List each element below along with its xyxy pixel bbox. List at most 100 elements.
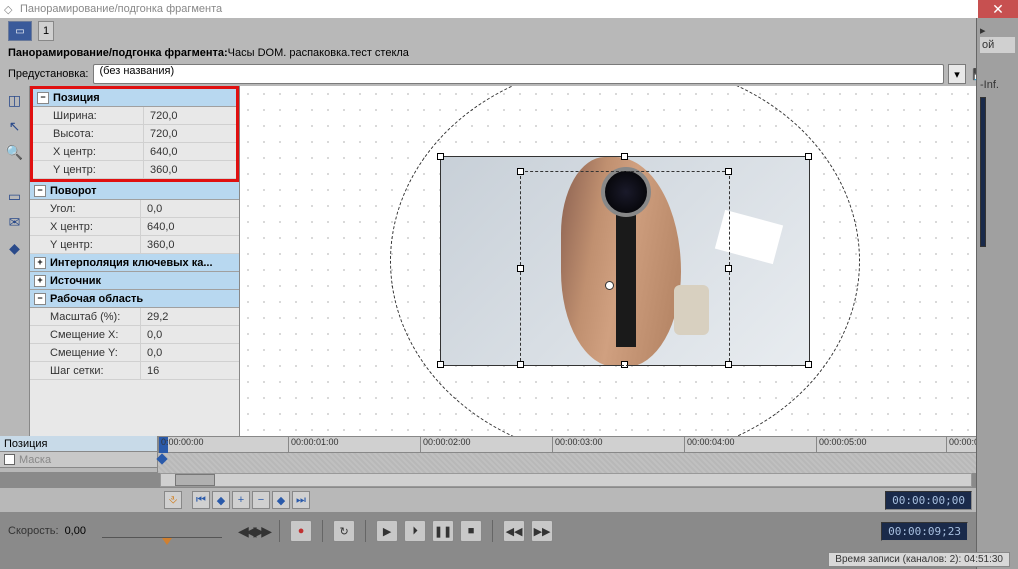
select-tool-icon[interactable]: ▭ <box>5 186 25 206</box>
position-group-highlight: −Позиция Ширина:720,0 Высота:720,0 X цен… <box>30 86 239 182</box>
prop-offsety-value[interactable]: 0,0 <box>140 344 239 361</box>
collapse-icon[interactable]: − <box>34 293 46 305</box>
prop-ycenter-label: Y центр: <box>33 164 143 176</box>
position-title: Позиция <box>53 92 100 104</box>
scrollbar-thumb[interactable] <box>175 474 215 486</box>
speed-label: Скорость: <box>8 525 59 537</box>
kf-next-button[interactable]: ◆ <box>272 491 290 509</box>
interp-title: Интерполяция ключевых ка... <box>50 257 213 269</box>
prop-width-row: Ширина:720,0 <box>33 107 236 125</box>
prop-angle-row: Угол:0,0 <box>30 200 239 218</box>
play-button[interactable]: ▶ <box>376 520 398 542</box>
workarea-title: Рабочая область <box>50 293 143 305</box>
crop-center-point[interactable] <box>605 281 614 290</box>
prop-rot-xc-label: X центр: <box>30 221 140 233</box>
keyframe-lanes-row: Позиция Маска 0:00:00:00 00:00:01:00 00:… <box>0 436 976 472</box>
kf-prev-button[interactable]: ◆ <box>212 491 230 509</box>
interp-group-header[interactable]: + Интерполяция ключевых ка... <box>30 254 239 272</box>
separator <box>365 520 366 542</box>
right-trim-tab[interactable]: ▸ <box>980 24 1015 37</box>
kf-first-button[interactable]: ⏮ <box>192 491 210 509</box>
rotation-group-header[interactable]: −Поворот <box>30 182 239 200</box>
prop-height-value[interactable]: 720,0 <box>143 125 236 142</box>
separator <box>322 520 323 542</box>
prop-offsety-label: Смещение Y: <box>30 347 140 359</box>
timeline-body[interactable] <box>158 453 976 473</box>
prop-scale-value[interactable]: 29,2 <box>140 308 239 325</box>
prop-xcenter-label: X центр: <box>33 146 143 158</box>
collapse-icon[interactable]: − <box>34 185 46 197</box>
pointer-tool-icon[interactable]: ↖ <box>5 116 25 136</box>
prop-width-label: Ширина: <box>33 110 143 122</box>
preview-strap <box>616 207 636 347</box>
rotation-title: Поворот <box>50 185 97 197</box>
prop-height-label: Высота: <box>33 128 143 140</box>
prop-ycenter-row: Y центр:360,0 <box>33 161 236 179</box>
prop-rot-yc-value[interactable]: 360,0 <box>140 236 239 253</box>
scrub-arrows-icon[interactable]: ◀◀▶▶ <box>238 523 269 540</box>
stop-button[interactable]: ■ <box>460 520 482 542</box>
meter-inf-label: -Inf. <box>980 79 1015 91</box>
source-group-header[interactable]: + Источник <box>30 272 239 290</box>
crop-canvas[interactable] <box>240 86 1018 436</box>
collapse-icon[interactable]: − <box>37 92 49 104</box>
prop-gridstep-value[interactable]: 16 <box>140 362 239 379</box>
source-title: Источник <box>50 275 101 287</box>
prop-height-row: Высота:720,0 <box>33 125 236 143</box>
prop-angle-value[interactable]: 0,0 <box>140 200 239 217</box>
close-button[interactable]: ✕ <box>978 0 1018 18</box>
prop-offsetx-value[interactable]: 0,0 <box>140 326 239 343</box>
prop-xcenter-value[interactable]: 640,0 <box>143 143 236 160</box>
keyframe-timeline[interactable]: 0:00:00:00 00:00:01:00 00:00:02:00 00:00… <box>158 436 976 472</box>
timeline-ruler[interactable]: 0:00:00:00 00:00:01:00 00:00:02:00 00:00… <box>158 437 976 453</box>
keyframe-time-display[interactable]: 00:00:00;00 <box>885 491 972 510</box>
tl-tick-4: 00:00:04:00 <box>684 437 735 453</box>
timeline-scrollbar[interactable] <box>160 473 972 487</box>
loop-button[interactable]: ↻ <box>333 520 355 542</box>
preset-dropdown-icon[interactable]: ▾ <box>948 64 966 84</box>
workspace-tab-1[interactable]: 1 <box>38 21 54 41</box>
expand-icon[interactable]: + <box>34 275 46 287</box>
transport-row: Скорость: 0,00 ◀◀▶▶ ● ↻ ▶ ⏵ ❚❚ ■ ◀◀ ▶▶ 0… <box>0 516 976 546</box>
preset-row: Предустановка: (без названия) ▾ 💾 ✖ <box>0 62 1018 86</box>
header-title: Панорамирование/подгонка фрагмента: <box>8 47 228 59</box>
zoom-tool-icon[interactable]: 🔍 <box>5 142 25 162</box>
snap-tool-icon[interactable]: ◆ <box>5 238 25 258</box>
envelope-tool-icon[interactable]: ✉ <box>5 212 25 232</box>
lane-mask[interactable]: Маска <box>0 452 157 468</box>
record-button[interactable]: ● <box>290 520 312 542</box>
speed-scrubber[interactable] <box>102 524 222 538</box>
lane-position[interactable]: Позиция <box>0 436 157 452</box>
speed-scrubber-handle[interactable] <box>162 538 172 545</box>
status-record-time: Время записи (каналов: 2): 04:51:30 <box>828 552 1010 567</box>
tl-tick-2: 00:00:02:00 <box>420 437 471 453</box>
workspace-icon[interactable]: ▭ <box>8 21 32 41</box>
transport-time-display[interactable]: 00:00:09;23 <box>881 522 968 541</box>
pause-button[interactable]: ❚❚ <box>432 520 454 542</box>
lane-mask-label: Маска <box>19 454 51 466</box>
sync-cursor-button[interactable]: ⎀ <box>164 491 182 509</box>
prop-width-value[interactable]: 720,0 <box>143 107 236 124</box>
prop-rot-xc-value[interactable]: 640,0 <box>140 218 239 235</box>
expand-icon[interactable]: + <box>34 257 46 269</box>
preset-select[interactable]: (без названия) <box>93 64 945 84</box>
tl-tick-1: 00:00:01:00 <box>288 437 339 453</box>
header-row: Панорамирование/подгонка фрагмента: Часы… <box>0 44 1018 62</box>
lane-mask-checkbox[interactable] <box>4 454 15 465</box>
kf-last-button[interactable]: ⏭ <box>292 491 310 509</box>
right-trim-panel: ▸ ой -Inf. <box>976 18 1018 569</box>
prop-scale-row: Масштаб (%):29,2 <box>30 308 239 326</box>
video-preview <box>441 157 809 365</box>
audio-meter <box>980 97 986 247</box>
kf-add-button[interactable]: + <box>232 491 250 509</box>
prop-rot-xc-row: X центр:640,0 <box>30 218 239 236</box>
go-end-button[interactable]: ▶▶ <box>531 520 553 542</box>
play-from-start-button[interactable]: ⏵ <box>404 520 426 542</box>
mode-icon[interactable]: ◫ <box>5 90 25 110</box>
go-start-button[interactable]: ◀◀ <box>503 520 525 542</box>
kf-del-button[interactable]: − <box>252 491 270 509</box>
prop-xcenter-row: X центр:640,0 <box>33 143 236 161</box>
position-group-header[interactable]: −Позиция <box>33 89 236 107</box>
prop-ycenter-value[interactable]: 360,0 <box>143 161 236 178</box>
workarea-group-header[interactable]: −Рабочая область <box>30 290 239 308</box>
